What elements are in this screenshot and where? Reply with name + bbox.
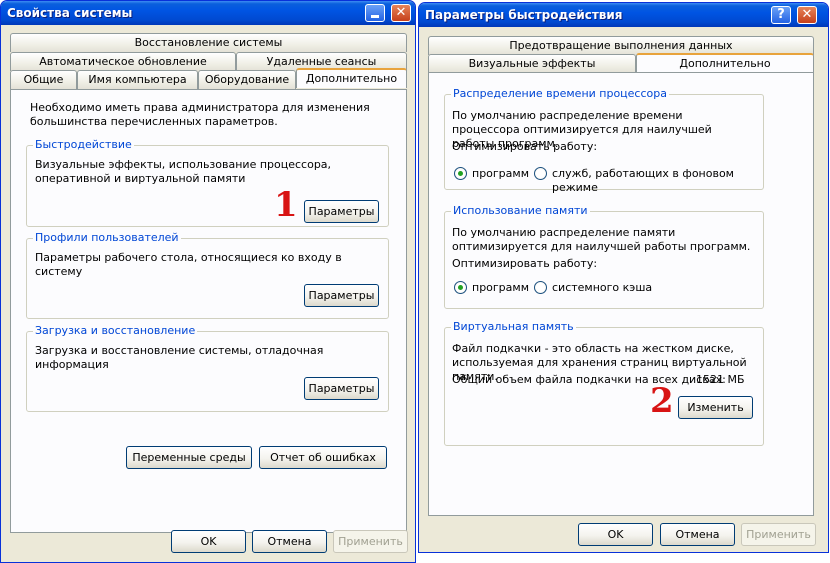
cpu-scheduling-group: Распределение времени процессора По умол… <box>444 87 764 194</box>
window-title: Параметры быстродействия <box>425 8 623 22</box>
group-description: Визуальные эффекты, использование процес… <box>35 158 332 185</box>
tab-automatic-updates[interactable]: Автоматическое обновление <box>10 52 236 71</box>
paging-file-total-value: 1521 МБ <box>696 373 745 386</box>
cancel-button[interactable]: Отмена <box>660 523 735 546</box>
startup-settings-button[interactable]: Параметры <box>304 377 379 400</box>
startup-recovery-group: Загрузка и восстановление Загрузка и вос… <box>26 324 389 412</box>
close-button[interactable]: ✕ <box>391 4 411 22</box>
group-title: Загрузка и восстановление <box>33 324 198 337</box>
system-cache-radio[interactable] <box>534 281 547 294</box>
annotation-marker-1: 1 <box>274 185 298 225</box>
window-title: Свойства системы <box>7 6 133 20</box>
group-title: Виртуальная память <box>451 320 576 333</box>
apply-button[interactable]: Применить <box>333 530 408 553</box>
error-reporting-button[interactable]: Отчет об ошибках <box>259 446 387 469</box>
optimize-label: Оптимизировать работу: <box>452 257 598 270</box>
title-bar[interactable]: Свойства системы ✕ <box>1 1 415 25</box>
radio-label[interactable]: служб, работающих в фоновом режиме <box>552 167 763 195</box>
advanced-tab-panel: Необходимо иметь права администратора дл… <box>10 89 407 533</box>
radio-label[interactable]: программ <box>472 167 529 181</box>
radio-label[interactable]: системного кэша <box>552 281 652 295</box>
ok-button[interactable]: OK <box>578 523 653 546</box>
annotation-marker-2: 2 <box>650 381 674 421</box>
profiles-settings-button[interactable]: Параметры <box>304 284 379 307</box>
tab-system-restore[interactable]: Восстановление системы <box>10 33 407 52</box>
close-button[interactable]: ✕ <box>797 6 817 24</box>
system-properties-window: Свойства системы ✕ Восстановление систем… <box>0 0 416 563</box>
programs-radio[interactable] <box>454 167 467 180</box>
tab-general[interactable]: Общие <box>10 70 77 89</box>
group-description: По умолчанию распределение памяти оптими… <box>452 226 751 253</box>
minimize-button[interactable] <box>365 4 385 22</box>
title-bar[interactable]: Параметры быстродействия ? ✕ <box>419 3 828 27</box>
performance-settings-button[interactable]: Параметры <box>304 200 379 223</box>
virtual-memory-group: Виртуальная память Файл подкачки - это о… <box>444 320 764 446</box>
close-icon: ✕ <box>801 7 813 22</box>
performance-group: Быстродействие Визуальные эффекты, испол… <box>26 138 389 227</box>
tab-advanced[interactable]: Дополнительно <box>636 53 814 73</box>
help-icon: ? <box>777 7 785 22</box>
background-services-radio[interactable] <box>534 167 547 180</box>
radio-label[interactable]: программ <box>472 281 529 295</box>
tab-advanced[interactable]: Дополнительно <box>296 68 407 88</box>
tab-computer-name[interactable]: Имя компьютера <box>77 70 198 89</box>
change-virtual-memory-button[interactable]: Изменить <box>678 396 753 419</box>
tab-visual-effects[interactable]: Визуальные эффекты <box>428 54 636 73</box>
programs-radio[interactable] <box>454 281 467 294</box>
window-body: Предотвращение выполнения данных Визуаль… <box>422 27 825 552</box>
apply-button[interactable]: Применить <box>741 523 816 546</box>
advanced-tab-panel: Распределение времени процессора По умол… <box>428 72 814 516</box>
group-title: Использование памяти <box>451 204 590 217</box>
minimize-icon <box>371 15 379 18</box>
paging-file-total-label: Общий объем файла подкачки на всех диска… <box>452 373 726 386</box>
ok-button[interactable]: OK <box>171 530 246 553</box>
admin-rights-notice: Необходимо иметь права администратора дл… <box>30 101 370 128</box>
window-body: Восстановление системы Автоматическое об… <box>4 25 412 562</box>
performance-options-window: Параметры быстродействия ? ✕ Предотвраще… <box>418 2 829 553</box>
help-button[interactable]: ? <box>771 6 791 24</box>
tab-hardware[interactable]: Оборудование <box>198 70 296 89</box>
user-profiles-group: Профили пользователей Параметры рабочего… <box>26 231 389 319</box>
group-title: Распределение времени процессора <box>451 87 669 100</box>
group-description: Загрузка и восстановление системы, отлад… <box>35 344 324 371</box>
group-description: Параметры рабочего стола, относящиеся ко… <box>35 251 342 278</box>
optimize-label: Оптимизировать работу: <box>452 140 598 153</box>
memory-usage-group: Использование памяти По умолчанию распре… <box>444 204 764 309</box>
group-title: Профили пользователей <box>33 231 181 244</box>
environment-variables-button[interactable]: Переменные среды <box>126 446 252 469</box>
cancel-button[interactable]: Отмена <box>252 530 327 553</box>
group-title: Быстродействие <box>33 138 134 151</box>
close-icon: ✕ <box>395 5 407 20</box>
